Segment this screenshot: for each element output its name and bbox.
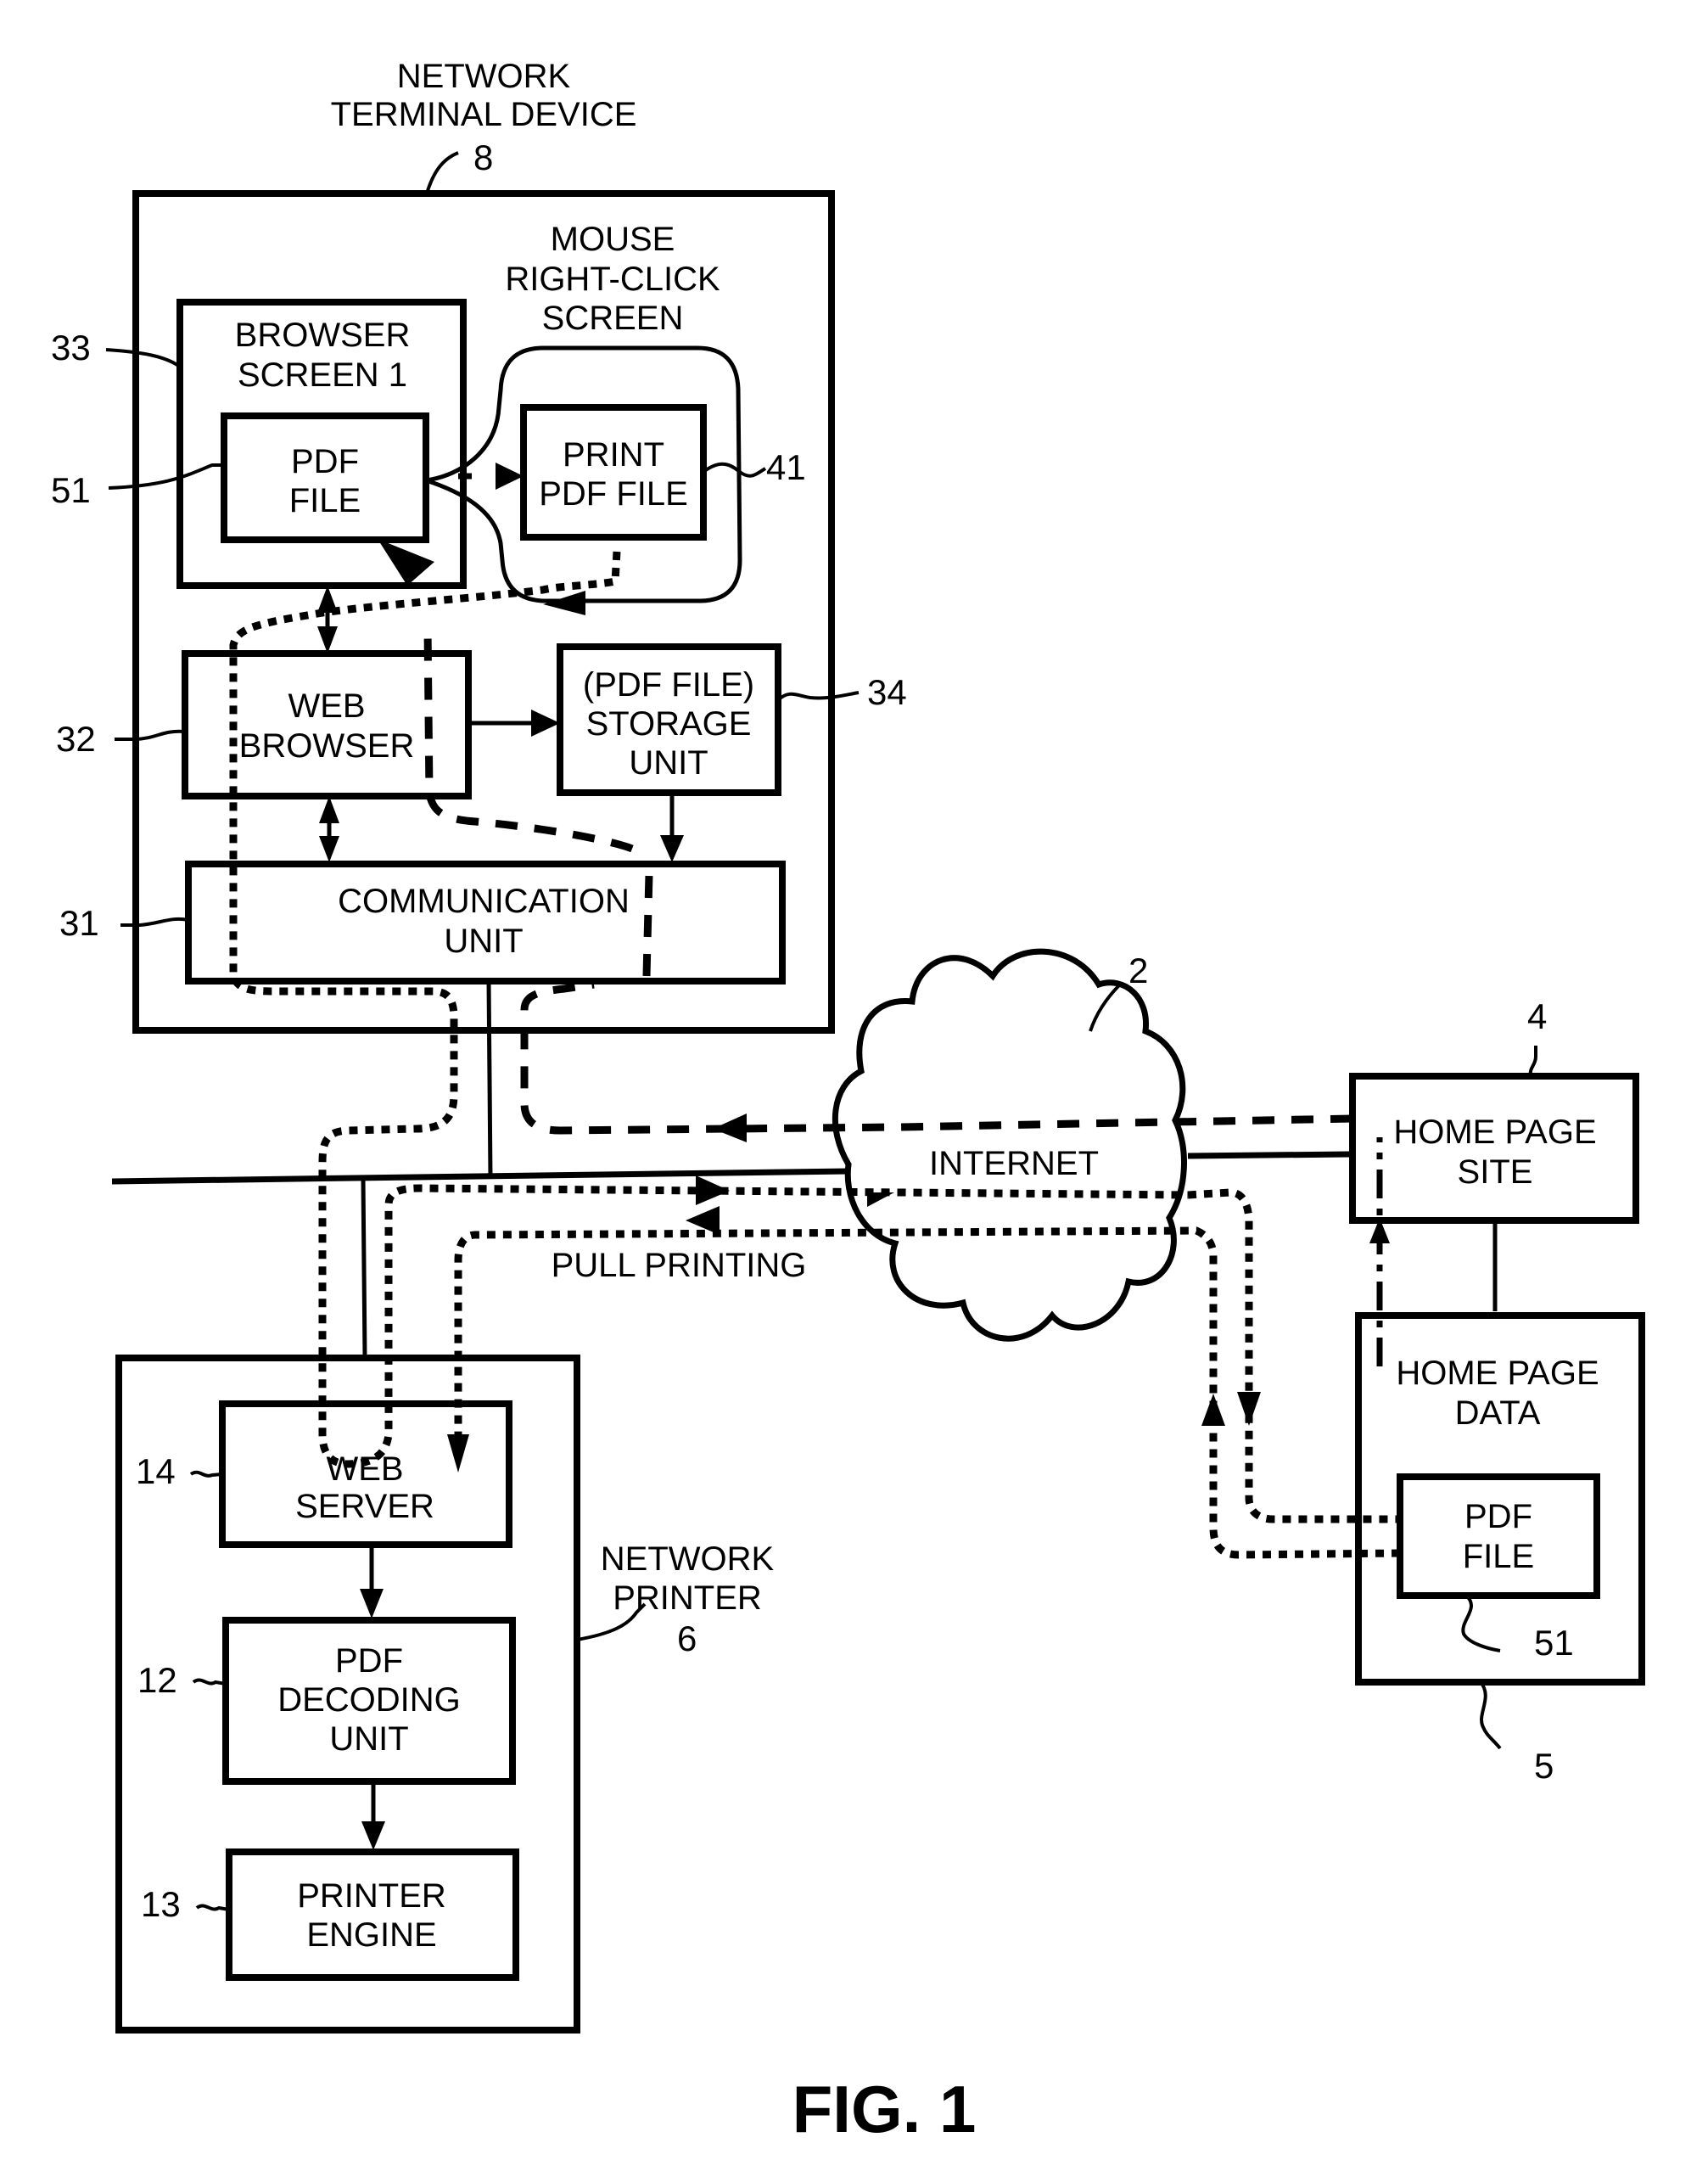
comm-ref: 31 [59, 903, 99, 943]
web-server-ref: 14 [136, 1451, 176, 1491]
decoder-ref: 12 [137, 1660, 177, 1700]
pdf-file-ref: 51 [51, 470, 91, 510]
internet-label: INTERNET [929, 1145, 1099, 1182]
data-line1: HOME PAGE [1396, 1355, 1599, 1392]
print-pdf-ref: 41 [766, 447, 806, 487]
home-page-site: HOME PAGE SITE 4 [1349, 996, 1639, 1224]
remote-pdf-file-box[interactable] [1397, 1473, 1600, 1599]
print-pdf-line1: PRINT [563, 436, 664, 474]
data-leader [1479, 1680, 1502, 1750]
printer-engine-box[interactable] [226, 1848, 519, 1981]
printer-drop-line [361, 1177, 367, 1358]
decoder-line3: UNIT [329, 1720, 408, 1758]
site-ref: 4 [1527, 996, 1547, 1036]
internet-to-site-line [1187, 1151, 1350, 1159]
storage-ref: 34 [867, 672, 907, 712]
network-terminal-device: NETWORK TERMINAL DEVICE 8 BROWSER SCREEN… [51, 58, 907, 1034]
site-line1: HOME PAGE [1393, 1114, 1596, 1151]
download-arrowhead [713, 1114, 747, 1142]
download-dashed-comm [642, 873, 653, 977]
terminal-title-line2: TERMINAL DEVICE [331, 96, 637, 133]
terminal-drop-line [486, 980, 493, 1179]
pdf-file-line2: FILE [289, 482, 361, 519]
pull-printing-label: PULL PRINTING [552, 1247, 807, 1284]
pull-request-arrowhead [1237, 1392, 1261, 1426]
site-line2: SITE [1458, 1153, 1533, 1191]
system-diagram: NETWORK TERMINAL DEVICE 8 BROWSER SCREEN… [51, 58, 1645, 2146]
storage-line2: STORAGE [586, 705, 752, 743]
comm-line2: UNIT [444, 923, 523, 960]
terminal-leader [425, 151, 459, 194]
engine-line2: ENGINE [306, 1916, 436, 1954]
printer-ref: 6 [677, 1618, 697, 1658]
web-browser-line2: BROWSER [239, 727, 415, 765]
pull-out-arrowhead [696, 1175, 730, 1205]
decoder-line1: PDF [335, 1642, 403, 1680]
home-page-data: HOME PAGE DATA PDF FILE 51 5 [1355, 1312, 1645, 1786]
decoder-line2: DECODING [277, 1681, 461, 1719]
terminal-title-line1: NETWORK [397, 58, 571, 95]
web-server-line2: SERVER [295, 1488, 434, 1525]
engine-ref: 13 [141, 1884, 181, 1924]
comm-line1: COMMUNICATION [338, 883, 630, 920]
mouse-menu-line3: SCREEN [542, 300, 684, 337]
print-pdf-line2: PDF FILE [539, 475, 688, 513]
internet-cloud[interactable]: INTERNET 2 [832, 948, 1187, 1342]
mouse-menu-line2: RIGHT-CLICK [505, 261, 720, 298]
storage-line3: UNIT [629, 744, 708, 782]
network-printer: NETWORK PRINTER 6 WEB SERVER 14 PDF DECO… [115, 1355, 775, 2034]
web-browser-line1: WEB [288, 687, 365, 725]
internet-ref: 2 [1128, 951, 1148, 990]
storage-line1: (PDF FILE) [583, 666, 754, 704]
lan-bus [111, 1168, 849, 1185]
data-ref: 5 [1534, 1746, 1554, 1786]
web-server-line1: WEB [326, 1450, 403, 1488]
remote-pdf-line1: PDF [1464, 1498, 1532, 1535]
site-leader [1528, 1046, 1537, 1077]
browser-screen-line2: SCREEN 1 [238, 356, 407, 394]
data-line2: DATA [1455, 1394, 1541, 1432]
figure-caption: FIG. 1 [792, 2072, 977, 2146]
web-browser-ref: 32 [56, 719, 96, 759]
remote-pdf-ref: 51 [1534, 1623, 1574, 1663]
browser-screen-ref: 33 [51, 328, 91, 367]
mouse-menu-line1: MOUSE [551, 221, 675, 258]
browser-screen-line1: BROWSER [235, 317, 411, 354]
remote-pdf-line2: FILE [1463, 1538, 1534, 1575]
printer-title-line1: NETWORK [601, 1540, 775, 1578]
terminal-ref: 8 [473, 137, 493, 177]
pdf-file-line1: PDF [291, 443, 359, 480]
engine-line1: PRINTER [297, 1877, 446, 1915]
pull-return-arrowhead-up [1201, 1394, 1225, 1426]
printer-title-line2: PRINTER [613, 1579, 762, 1617]
